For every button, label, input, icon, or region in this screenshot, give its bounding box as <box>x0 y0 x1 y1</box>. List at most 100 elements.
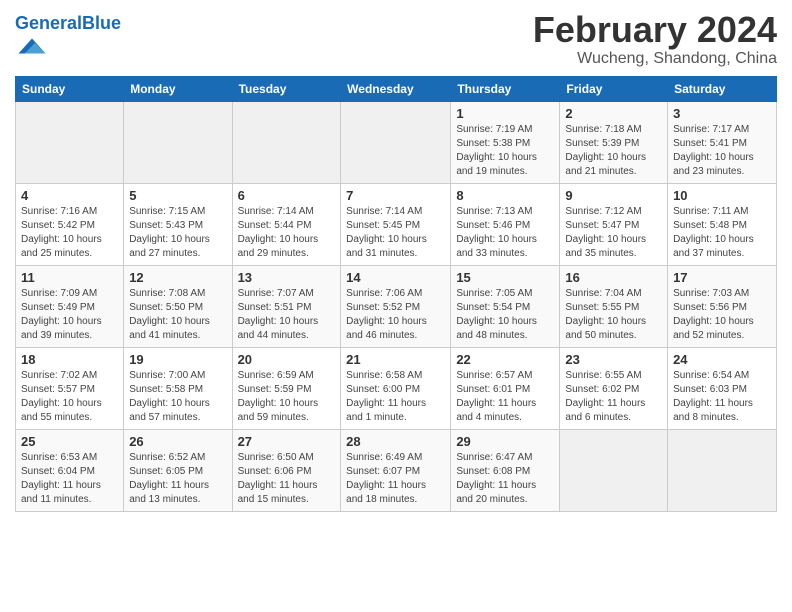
day-info: Sunrise: 7:02 AMSunset: 5:57 PMDaylight:… <box>21 369 118 425</box>
calendar-cell: 23Sunrise: 6:55 AMSunset: 6:02 PMDayligh… <box>560 347 668 429</box>
calendar-cell: 8 Sunrise: 7:13 AMSunset: 5:46 PMDaylight… <box>451 183 560 265</box>
day-info: Sunrise: 7:16 AMSunset: 5:42 PMDaylight:… <box>21 205 118 261</box>
day-info: Sunrise: 6:52 AMSunset: 6:05 PMDaylight:… <box>129 451 226 507</box>
month-title: February 2024 <box>533 10 777 50</box>
day-number: 6 <box>238 188 336 203</box>
calendar-cell <box>560 429 668 511</box>
day-info: Sunrise: 7:09 AMSunset: 5:49 PMDaylight:… <box>21 287 118 343</box>
calendar-cell: 10 Sunrise: 7:11 AMSunset: 5:48 PMDayligh… <box>668 183 777 265</box>
logo: GeneralBlue <box>15 14 121 63</box>
day-info: Sunrise: 7:11 AMSunset: 5:48 PMDaylight:… <box>673 205 771 261</box>
day-info: Sunrise: 6:57 AMSunset: 6:01 PMDaylight:… <box>456 369 554 425</box>
day-info: Sunrise: 7:00 AMSunset: 5:58 PMDaylight:… <box>129 369 226 425</box>
day-number: 22 <box>456 352 554 367</box>
logo-icon <box>17 34 47 58</box>
day-info: Sunrise: 7:03 AMSunset: 5:56 PMDaylight:… <box>673 287 771 343</box>
calendar-cell: 12 Sunrise: 7:08 AMSunset: 5:50 PMDayligh… <box>124 265 232 347</box>
day-info: Sunrise: 6:47 AMSunset: 6:08 PMDaylight:… <box>456 451 554 507</box>
calendar-cell: 4 Sunrise: 7:16 AMSunset: 5:42 PMDaylight… <box>16 183 124 265</box>
day-number: 10 <box>673 188 771 203</box>
calendar-cell: 5Sunrise: 7:15 AMSunset: 5:43 PMDaylight… <box>124 183 232 265</box>
calendar-cell: 16 Sunrise: 7:04 AMSunset: 5:55 PMDayligh… <box>560 265 668 347</box>
logo-general: General <box>15 13 82 33</box>
calendar-cell <box>232 101 341 183</box>
logo-text: GeneralBlue <box>15 14 121 34</box>
calendar-cell <box>124 101 232 183</box>
day-info: Sunrise: 6:58 AMSunset: 6:00 PMDaylight:… <box>346 369 445 425</box>
week-row-0: 1 Sunrise: 7:19 AMSunset: 5:38 PMDaylight… <box>16 101 777 183</box>
day-info: Sunrise: 6:50 AMSunset: 6:06 PMDaylight:… <box>238 451 336 507</box>
day-info: Sunrise: 6:54 AMSunset: 6:03 PMDaylight:… <box>673 369 771 425</box>
day-info: Sunrise: 7:13 AMSunset: 5:46 PMDaylight:… <box>456 205 554 261</box>
day-number: 25 <box>21 434 118 449</box>
week-row-1: 4 Sunrise: 7:16 AMSunset: 5:42 PMDaylight… <box>16 183 777 265</box>
calendar-cell: 19 Sunrise: 7:00 AMSunset: 5:58 PMDayligh… <box>124 347 232 429</box>
header-row: Sunday Monday Tuesday Wednesday Thursday… <box>16 76 777 101</box>
day-number: 2 <box>565 106 662 121</box>
col-monday: Monday <box>124 76 232 101</box>
day-info: Sunrise: 7:14 AMSunset: 5:44 PMDaylight:… <box>238 205 336 261</box>
day-number: 17 <box>673 270 771 285</box>
calendar-cell <box>16 101 124 183</box>
calendar-table: Sunday Monday Tuesday Wednesday Thursday… <box>15 76 777 512</box>
day-info: Sunrise: 7:19 AMSunset: 5:38 PMDaylight:… <box>456 123 554 179</box>
calendar-cell <box>341 101 451 183</box>
day-number: 7 <box>346 188 445 203</box>
calendar-cell: 3Sunrise: 7:17 AMSunset: 5:41 PMDaylight… <box>668 101 777 183</box>
calendar-cell: 18 Sunrise: 7:02 AMSunset: 5:57 PMDayligh… <box>16 347 124 429</box>
day-info: Sunrise: 7:07 AMSunset: 5:51 PMDaylight:… <box>238 287 336 343</box>
col-thursday: Thursday <box>451 76 560 101</box>
week-row-2: 11 Sunrise: 7:09 AMSunset: 5:49 PMDayligh… <box>16 265 777 347</box>
day-number: 19 <box>129 352 226 367</box>
day-number: 3 <box>673 106 771 121</box>
calendar-cell: 13 Sunrise: 7:07 AMSunset: 5:51 PMDayligh… <box>232 265 341 347</box>
day-number: 26 <box>129 434 226 449</box>
col-tuesday: Tuesday <box>232 76 341 101</box>
col-wednesday: Wednesday <box>341 76 451 101</box>
calendar-cell: 20 Sunrise: 6:59 AMSunset: 5:59 PMDayligh… <box>232 347 341 429</box>
page: GeneralBlue February 2024 Wucheng, Shand… <box>0 0 792 522</box>
week-row-4: 25Sunrise: 6:53 AMSunset: 6:04 PMDayligh… <box>16 429 777 511</box>
col-saturday: Saturday <box>668 76 777 101</box>
calendar-cell: 2Sunrise: 7:18 AMSunset: 5:39 PMDaylight… <box>560 101 668 183</box>
day-number: 14 <box>346 270 445 285</box>
calendar-cell: 25Sunrise: 6:53 AMSunset: 6:04 PMDayligh… <box>16 429 124 511</box>
day-number: 24 <box>673 352 771 367</box>
day-info: Sunrise: 7:08 AMSunset: 5:50 PMDaylight:… <box>129 287 226 343</box>
day-info: Sunrise: 7:05 AMSunset: 5:54 PMDaylight:… <box>456 287 554 343</box>
day-number: 4 <box>21 188 118 203</box>
calendar-header: Sunday Monday Tuesday Wednesday Thursday… <box>16 76 777 101</box>
day-number: 8 <box>456 188 554 203</box>
title-block: February 2024 Wucheng, Shandong, China <box>533 10 777 68</box>
day-info: Sunrise: 7:06 AMSunset: 5:52 PMDaylight:… <box>346 287 445 343</box>
day-info: Sunrise: 6:49 AMSunset: 6:07 PMDaylight:… <box>346 451 445 507</box>
day-number: 15 <box>456 270 554 285</box>
day-info: Sunrise: 7:04 AMSunset: 5:55 PMDaylight:… <box>565 287 662 343</box>
calendar-cell: 6 Sunrise: 7:14 AMSunset: 5:44 PMDaylight… <box>232 183 341 265</box>
logo-blue: Blue <box>82 13 121 33</box>
day-number: 18 <box>21 352 118 367</box>
calendar-cell: 11 Sunrise: 7:09 AMSunset: 5:49 PMDayligh… <box>16 265 124 347</box>
day-number: 1 <box>456 106 554 121</box>
calendar-cell: 7Sunrise: 7:14 AMSunset: 5:45 PMDaylight… <box>341 183 451 265</box>
day-info: Sunrise: 7:15 AMSunset: 5:43 PMDaylight:… <box>129 205 226 261</box>
calendar-cell: 27 Sunrise: 6:50 AMSunset: 6:06 PMDayligh… <box>232 429 341 511</box>
col-sunday: Sunday <box>16 76 124 101</box>
day-number: 27 <box>238 434 336 449</box>
calendar-cell: 26 Sunrise: 6:52 AMSunset: 6:05 PMDayligh… <box>124 429 232 511</box>
calendar-cell <box>668 429 777 511</box>
day-number: 28 <box>346 434 445 449</box>
calendar-cell: 9Sunrise: 7:12 AMSunset: 5:47 PMDaylight… <box>560 183 668 265</box>
day-info: Sunrise: 6:55 AMSunset: 6:02 PMDaylight:… <box>565 369 662 425</box>
day-number: 11 <box>21 270 118 285</box>
day-info: Sunrise: 6:59 AMSunset: 5:59 PMDaylight:… <box>238 369 336 425</box>
calendar-cell: 1 Sunrise: 7:19 AMSunset: 5:38 PMDaylight… <box>451 101 560 183</box>
calendar-cell: 14 Sunrise: 7:06 AMSunset: 5:52 PMDayligh… <box>341 265 451 347</box>
day-number: 13 <box>238 270 336 285</box>
day-number: 12 <box>129 270 226 285</box>
day-number: 20 <box>238 352 336 367</box>
calendar-body: 1 Sunrise: 7:19 AMSunset: 5:38 PMDaylight… <box>16 101 777 511</box>
day-number: 16 <box>565 270 662 285</box>
day-number: 29 <box>456 434 554 449</box>
calendar-cell: 15 Sunrise: 7:05 AMSunset: 5:54 PMDayligh… <box>451 265 560 347</box>
